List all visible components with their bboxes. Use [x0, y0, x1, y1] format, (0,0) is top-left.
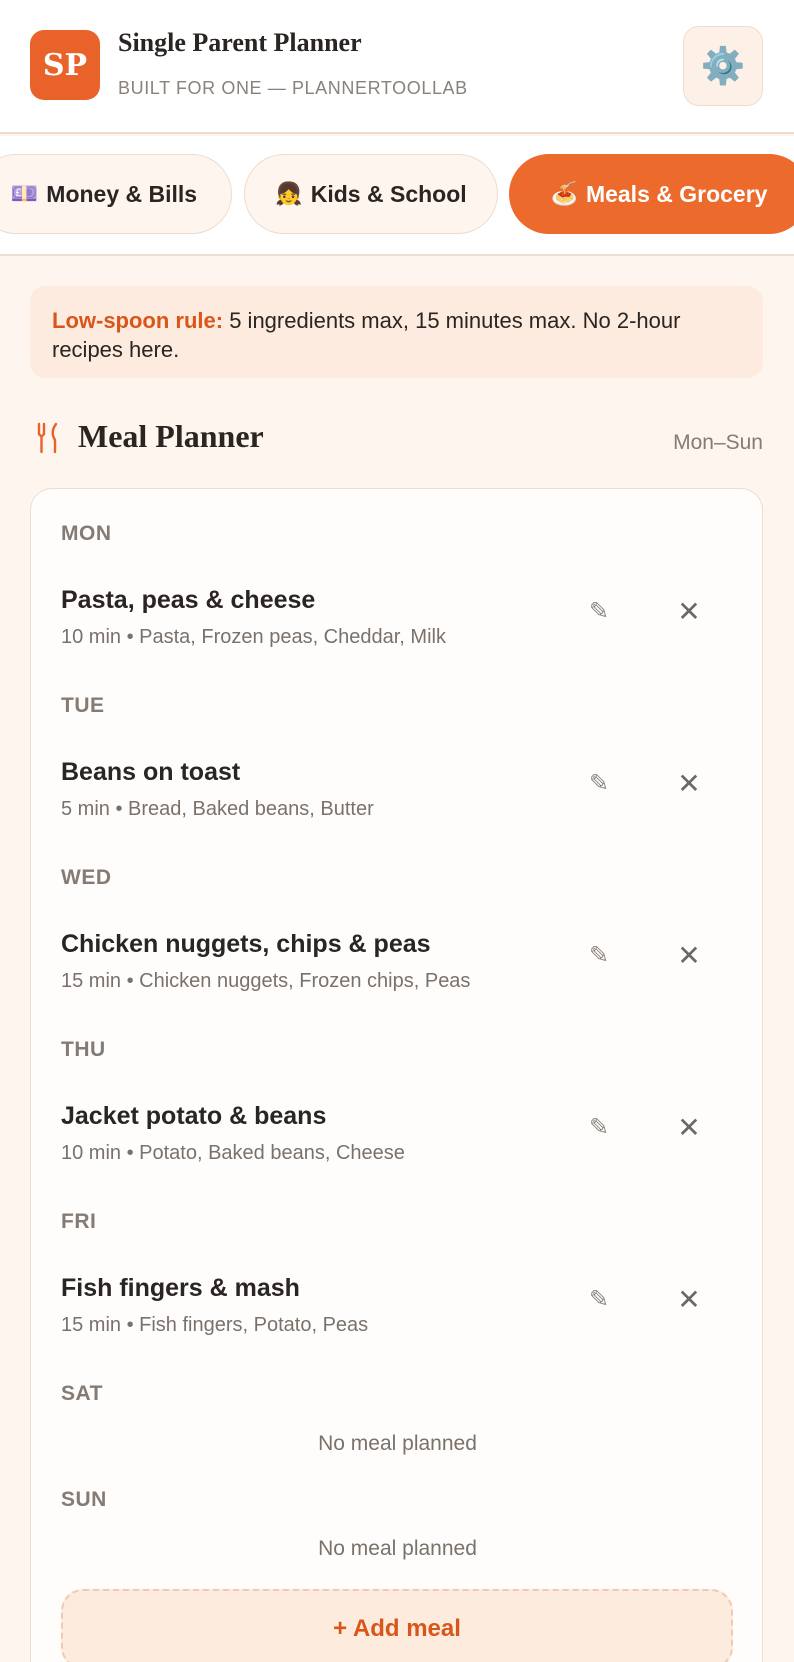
- day-label-tue: TUE: [61, 694, 105, 717]
- day-label-wed: WED: [61, 866, 112, 889]
- meal-details: 10 min • Potato, Baked beans, Cheese: [61, 1142, 405, 1164]
- money-icon: 💷: [10, 181, 39, 206]
- day-label-sat: SAT: [61, 1382, 103, 1405]
- tip-label: Low-spoon rule:: [52, 308, 224, 333]
- app-subtitle: BUILT FOR ONE — PLANNERTOOLLAB: [118, 78, 468, 98]
- pencil-icon: ✎: [588, 769, 610, 797]
- pencil-icon: ✎: [588, 941, 610, 969]
- delete-button[interactable]: ✕: [671, 765, 707, 801]
- meal-name: Beans on toast: [61, 758, 241, 786]
- fork-knife-icon: [37, 422, 58, 454]
- edit-button[interactable]: ✎: [581, 1109, 617, 1145]
- pencil-icon: ✎: [588, 1113, 610, 1141]
- close-icon: ✕: [677, 1111, 701, 1143]
- meal-name: Pasta, peas & cheese: [61, 586, 316, 614]
- delete-button[interactable]: ✕: [671, 937, 707, 973]
- tab-label: Money & Bills: [46, 180, 198, 207]
- pasta-icon: 🍝: [550, 181, 578, 206]
- child-icon: 👧: [275, 181, 303, 206]
- day-label-thu: THU: [61, 1038, 106, 1061]
- tab-bar: 💷 Money & Bills 👧 Kids & School 🍝 Meals …: [0, 136, 794, 256]
- meal-details: 15 min • Fish fingers, Potato, Peas: [61, 1314, 369, 1336]
- pencil-icon: ✎: [588, 597, 610, 625]
- empty-meal-note: No meal planned: [318, 1537, 477, 1560]
- edit-button[interactable]: ✎: [581, 937, 617, 973]
- delete-button[interactable]: ✕: [671, 593, 707, 629]
- meal-details: 5 min • Bread, Baked beans, Butter: [61, 798, 374, 820]
- meal-planner-header: Meal Planner Mon–Sun: [30, 414, 763, 464]
- day-label-mon: MON: [61, 522, 112, 545]
- tab-money-bills[interactable]: 💷 Money & Bills: [0, 154, 232, 234]
- tab-label: Meals & Grocery: [585, 180, 768, 207]
- meal-name: Jacket potato & beans: [61, 1102, 327, 1130]
- meal-details: 15 min • Chicken nuggets, Frozen chips, …: [61, 970, 471, 992]
- tab-kids-school[interactable]: 👧 Kids & School: [244, 154, 498, 234]
- empty-meal-note: No meal planned: [318, 1432, 477, 1455]
- day-label-sun: SUN: [61, 1488, 107, 1511]
- tab-label: Kids & School: [310, 180, 467, 207]
- add-meal-button[interactable]: + Add meal: [61, 1589, 733, 1662]
- meal-name: Chicken nuggets, chips & peas: [61, 930, 431, 958]
- edit-button[interactable]: ✎: [581, 593, 617, 629]
- tab-meals-grocery[interactable]: 🍝 Meals & Grocery: [509, 154, 794, 234]
- meal-details: 10 min • Pasta, Frozen peas, Cheddar, Mi…: [61, 626, 446, 648]
- edit-button[interactable]: ✎: [581, 1281, 617, 1317]
- section-title: Meal Planner: [78, 418, 264, 454]
- app-title: Single Parent Planner: [118, 28, 362, 57]
- settings-button[interactable]: ⚙️: [683, 26, 763, 106]
- close-icon: ✕: [677, 767, 701, 799]
- edit-button[interactable]: ✎: [581, 765, 617, 801]
- close-icon: ✕: [677, 939, 701, 971]
- app-logo: SP: [30, 30, 100, 100]
- app-header: SP Single Parent Planner BUILT FOR ONE —…: [0, 0, 794, 134]
- gear-icon: ⚙️: [700, 45, 746, 86]
- meal-name: Fish fingers & mash: [61, 1274, 300, 1302]
- delete-button[interactable]: ✕: [671, 1281, 707, 1317]
- meal-planner-card: MON Pasta, peas & cheese 10 min • Pasta,…: [30, 488, 763, 1662]
- close-icon: ✕: [677, 595, 701, 627]
- day-label-fri: FRI: [61, 1210, 97, 1233]
- pencil-icon: ✎: [588, 1285, 610, 1313]
- low-spoon-tip: Low-spoon rule: 5 ingredients max, 15 mi…: [30, 286, 763, 378]
- close-icon: ✕: [677, 1283, 701, 1315]
- delete-button[interactable]: ✕: [671, 1109, 707, 1145]
- date-range: Mon–Sun: [673, 431, 763, 454]
